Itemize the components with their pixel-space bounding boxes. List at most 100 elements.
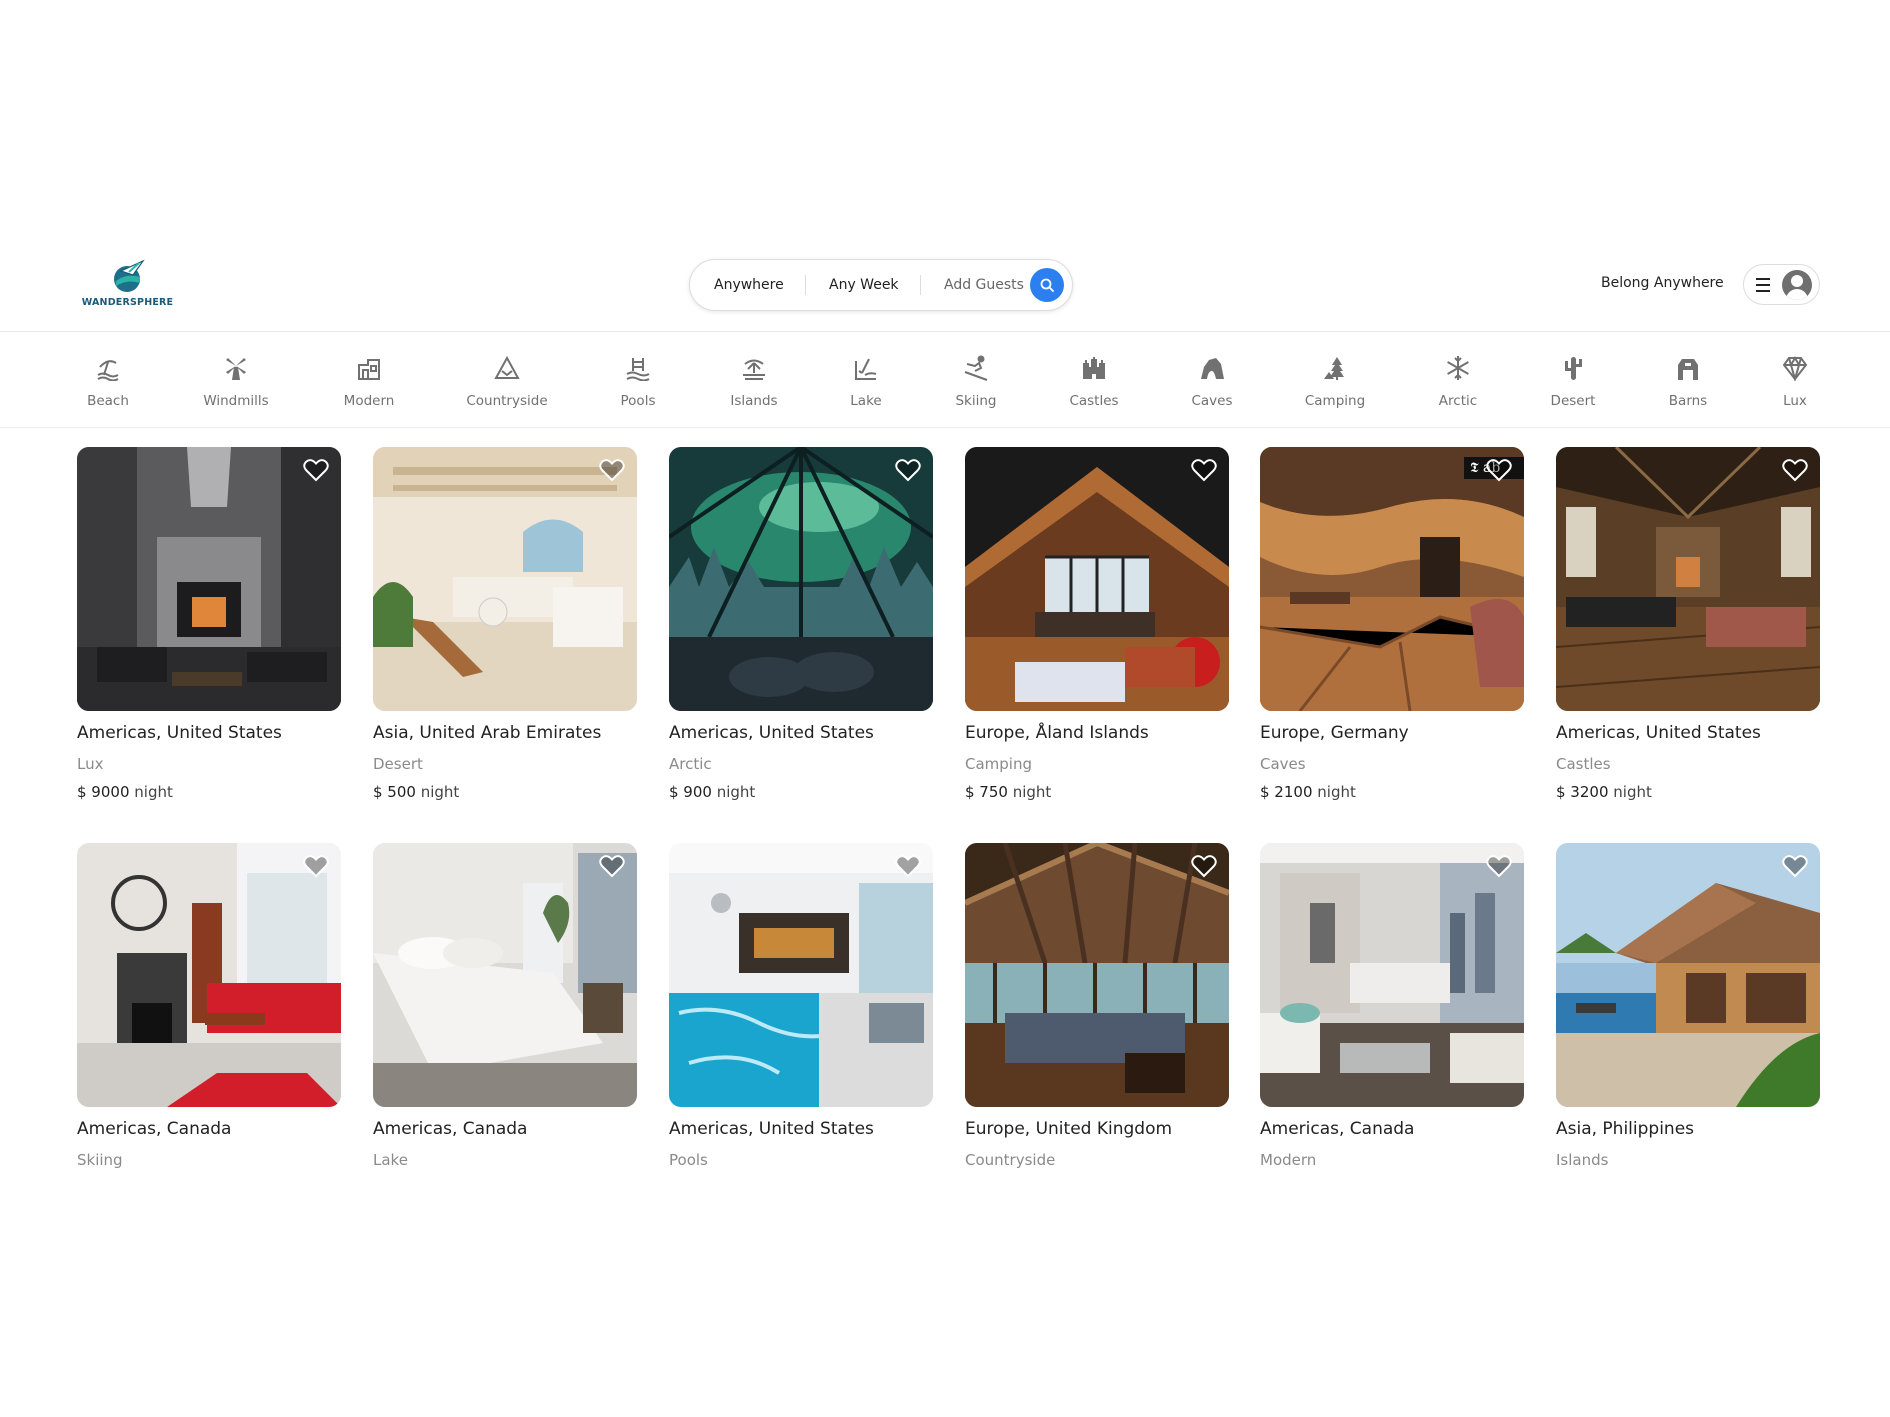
- listing-card[interactable]: Americas, United States Pools: [669, 843, 933, 1169]
- heart-icon[interactable]: [1191, 854, 1217, 878]
- search-button[interactable]: [1030, 268, 1064, 302]
- snowflake-icon: [1447, 356, 1469, 380]
- search-guests[interactable]: Add Guests: [944, 260, 1024, 310]
- island-icon: [743, 359, 765, 380]
- listing-price: $ 750 night: [965, 783, 1052, 801]
- listing-photo[interactable]: [373, 843, 637, 1107]
- heart-icon[interactable]: [303, 458, 329, 482]
- user-menu-button[interactable]: [1743, 264, 1820, 305]
- listing-card[interactable]: 𝕿 ab Europe, Germany Caves $ 2100 night: [1260, 447, 1524, 801]
- heart-icon[interactable]: [303, 854, 329, 878]
- listing-photo[interactable]: [77, 843, 341, 1107]
- luxury-living-room-image: [77, 447, 341, 711]
- heart-icon[interactable]: [895, 458, 921, 482]
- lake-bedroom-image: [373, 843, 637, 1107]
- category-lux[interactable]: Lux: [1745, 355, 1845, 409]
- listing-location: Americas, United States: [669, 723, 874, 743]
- category-camping[interactable]: Camping: [1285, 355, 1385, 409]
- listing-category: Caves: [1260, 755, 1306, 773]
- listing-category: Islands: [1556, 1151, 1609, 1169]
- cave-house-image: [1260, 447, 1524, 711]
- listing-photo[interactable]: [965, 447, 1229, 711]
- search-divider: [805, 275, 806, 295]
- listing-photo[interactable]: 𝕿 ab: [1260, 447, 1524, 711]
- heart-icon[interactable]: [599, 458, 625, 482]
- desert-bedroom-image: [373, 447, 637, 711]
- listing-photo[interactable]: [669, 843, 933, 1107]
- barn-icon: [1678, 359, 1698, 380]
- category-windmills[interactable]: Windmills: [186, 355, 286, 409]
- hamburger-icon: [1756, 278, 1772, 292]
- listing-card[interactable]: Americas, Canada Lake: [373, 843, 637, 1169]
- listing-card[interactable]: Americas, United States Lux $ 9000 night: [77, 447, 341, 801]
- category-desert[interactable]: Desert: [1523, 355, 1623, 409]
- category-skiing[interactable]: Skiing: [926, 355, 1026, 409]
- category-islands[interactable]: Islands: [704, 355, 804, 409]
- listing-location: Americas, United States: [77, 723, 282, 743]
- search-divider: [920, 275, 921, 295]
- heart-icon[interactable]: [1782, 458, 1808, 482]
- listing-category: Pools: [669, 1151, 708, 1169]
- listing-card[interactable]: Americas, United States Castles $ 3200 n…: [1556, 447, 1820, 801]
- listing-category: Lux: [77, 755, 104, 773]
- listing-photo[interactable]: [373, 447, 637, 711]
- brand-logo[interactable]: WANDERSPHERE: [80, 259, 175, 309]
- listing-photo[interactable]: [1260, 843, 1524, 1107]
- search-bar[interactable]: Anywhere Any Week Add Guests: [689, 259, 1073, 311]
- category-barns[interactable]: Barns: [1638, 355, 1738, 409]
- listing-price: $ 9000 night: [77, 783, 173, 801]
- category-bar: Beach Windmills Modern Countryside Pools…: [0, 333, 1890, 428]
- indoor-pool-image: [669, 843, 933, 1107]
- search-where[interactable]: Anywhere: [714, 260, 784, 310]
- listing-card[interactable]: Asia, Philippines Islands: [1556, 843, 1820, 1169]
- heart-icon[interactable]: [895, 854, 921, 878]
- camping-cabin-image: [965, 447, 1229, 711]
- cactus-icon: [1565, 357, 1582, 380]
- listing-card[interactable]: Asia, United Arab Emirates Desert $ 500 …: [373, 447, 637, 801]
- listing-card[interactable]: Americas, United States Arctic $ 900 nig…: [669, 447, 933, 801]
- listing-category: Castles: [1556, 755, 1611, 773]
- heart-icon[interactable]: [1486, 458, 1512, 482]
- heart-icon[interactable]: [1486, 854, 1512, 878]
- listing-photo[interactable]: [77, 447, 341, 711]
- category-caves[interactable]: Caves: [1162, 355, 1262, 409]
- category-pools[interactable]: Pools: [588, 355, 688, 409]
- heart-icon[interactable]: [1782, 854, 1808, 878]
- camping-icon: [1324, 357, 1344, 380]
- listing-price: $ 2100 night: [1260, 783, 1356, 801]
- listing-card[interactable]: Americas, Canada Skiing: [77, 843, 341, 1169]
- belong-anywhere-link[interactable]: Belong Anywhere: [1601, 275, 1724, 291]
- listing-card[interactable]: Europe, Åland Islands Camping $ 750 nigh…: [965, 447, 1229, 801]
- listing-photo[interactable]: [1556, 447, 1820, 711]
- cave-icon: [1201, 358, 1224, 379]
- countryside-barn-image: [965, 843, 1229, 1107]
- windmill-icon: [226, 358, 246, 380]
- search-when[interactable]: Any Week: [829, 260, 899, 310]
- lake-icon: [855, 358, 877, 380]
- skiing-icon: [964, 355, 988, 381]
- category-lake[interactable]: Lake: [816, 355, 916, 409]
- pool-icon: [626, 358, 650, 382]
- listing-card[interactable]: Americas, Canada Modern: [1260, 843, 1524, 1169]
- category-beach[interactable]: Beach: [58, 355, 158, 409]
- heart-icon[interactable]: [1191, 458, 1217, 482]
- listing-photo[interactable]: [1556, 843, 1820, 1107]
- heart-icon[interactable]: [599, 854, 625, 878]
- mountain-icon: [494, 355, 520, 379]
- listing-location: Americas, Canada: [1260, 1119, 1415, 1139]
- castle-icon: [1083, 357, 1105, 379]
- brand-name: WANDERSPHERE: [81, 297, 174, 308]
- category-arctic[interactable]: Arctic: [1408, 355, 1508, 409]
- listing-location: Asia, Philippines: [1556, 1119, 1695, 1139]
- beach-icon: [97, 360, 119, 382]
- listing-location: Europe, Germany: [1260, 723, 1409, 743]
- category-castles[interactable]: Castles: [1044, 355, 1144, 409]
- listing-photo[interactable]: [965, 843, 1229, 1107]
- listing-photo[interactable]: [669, 447, 933, 711]
- category-modern[interactable]: Modern: [319, 355, 419, 409]
- category-countryside[interactable]: Countryside: [457, 355, 557, 409]
- listing-category: Camping: [965, 755, 1032, 773]
- listing-card[interactable]: Europe, United Kingdom Countryside: [965, 843, 1229, 1169]
- listing-location: Europe, Åland Islands: [965, 723, 1149, 743]
- listing-location: Americas, United States: [669, 1119, 874, 1139]
